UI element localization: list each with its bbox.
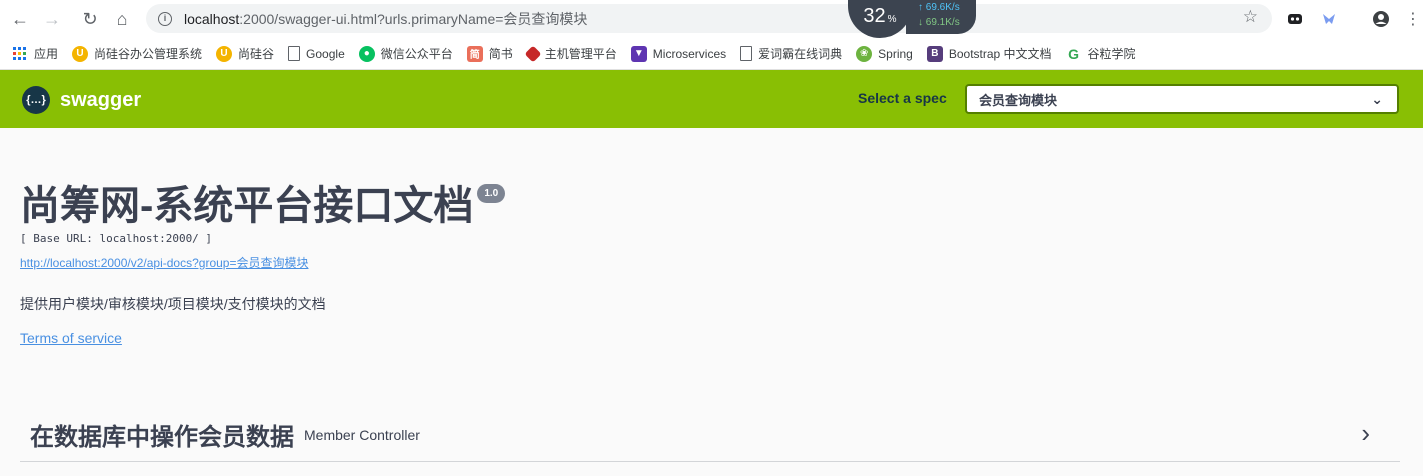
tag-section-member[interactable]: 在数据库中操作会员数据 Member Controller › (20, 408, 1400, 462)
api-description: 提供用户模块/审核模块/项目模块/支付模块的文档 (20, 296, 326, 312)
browser-toolbar: ← → ↻ ⌂ i localhost:2000/swagger-ui.html… (0, 0, 1423, 38)
profile-icon[interactable] (1370, 8, 1392, 30)
chevron-down-icon: ⌄ (1371, 91, 1383, 107)
u-icon: U (216, 45, 233, 62)
bookmark-spring[interactable]: ❀ Spring (856, 45, 913, 62)
bookmark-jianshu[interactable]: 简简书 (466, 45, 513, 62)
g-icon: G (1068, 45, 1079, 62)
reload-icon[interactable]: ↻ (78, 7, 102, 31)
bootstrap-icon: B (926, 45, 943, 62)
bookmark-microservices[interactable]: ▼ Microservices (630, 45, 726, 62)
apps-icon (12, 46, 28, 62)
spring-icon: ❀ (856, 45, 873, 62)
terms-of-service-link[interactable]: Terms of service (20, 330, 122, 346)
tag-description: Member Controller (304, 426, 420, 443)
bookmark-apps[interactable]: 应用 (12, 45, 58, 62)
cpu-percent: 32% (848, 0, 912, 38)
bookmark-google[interactable]: Google (288, 46, 345, 61)
u-icon: U (72, 45, 89, 62)
upload-rate: ↑ 69.6K/s (918, 2, 960, 13)
wechat-icon: ● (358, 45, 375, 62)
base-url: [ Base URL: localhost:2000/ ] (20, 232, 213, 245)
bookmark-atguigu[interactable]: U 尚硅谷 (216, 45, 274, 62)
api-docs-link[interactable]: http://localhost:2000/v2/api-docs?group=… (20, 254, 308, 271)
diamond-icon (524, 45, 542, 62)
bookmark-bootstrap[interactable]: B Bootstrap 中文文档 (926, 45, 1052, 62)
version-badge: 1.0 (477, 184, 506, 203)
page-icon (288, 46, 301, 61)
bookmarks-bar: 应用 U 尚硅谷办公管理系统 U 尚硅谷 Google ● 微信公众平台 简简书 主机… (0, 38, 1423, 70)
page-title: 尚筹网-系统平台接口文档 (20, 184, 474, 228)
page-icon (740, 46, 753, 61)
url-text[interactable]: localhost:2000/swagger-ui.html?urls.prim… (184, 9, 587, 29)
spec-select-value: 会员查询模块 (979, 92, 1058, 108)
ms-icon: ▼ (630, 45, 647, 62)
info-icon[interactable]: i (158, 11, 172, 26)
bookmark-office-system[interactable]: U 尚硅谷办公管理系统 (72, 45, 202, 62)
info-title-row: 尚筹网-系统平台接口文档 1.0 (20, 182, 506, 230)
bookmark-star-icon[interactable]: ☆ (1243, 7, 1258, 27)
spec-label: Select a spec (858, 90, 947, 106)
bookmark-guli[interactable]: G 谷粒学院 (1066, 45, 1135, 62)
bird-extension-icon[interactable] (1318, 8, 1340, 30)
bookmark-wechat[interactable]: ● 微信公众平台 (358, 45, 453, 62)
bookmark-host-platform[interactable]: 主机管理平台 (524, 45, 617, 62)
swagger-logo[interactable]: {…} swagger (22, 86, 141, 114)
home-icon[interactable]: ⌂ (110, 7, 134, 31)
network-speed-widget: ↑ 69.6K/s ↓ 69.1K/s 32% (848, 0, 982, 38)
swagger-logo-icon: {…} (22, 86, 50, 114)
forward-icon[interactable]: → (40, 7, 64, 31)
browser-chrome: ← → ↻ ⌂ i localhost:2000/swagger-ui.html… (0, 0, 1423, 70)
menu-icon[interactable]: ⋮ (1402, 8, 1423, 30)
address-bar[interactable]: i localhost:2000/swagger-ui.html?urls.pr… (146, 4, 1272, 33)
speed-rates: ↑ 69.6K/s ↓ 69.1K/s (906, 0, 976, 34)
extension-icon[interactable] (1284, 8, 1306, 30)
back-icon[interactable]: ← (8, 7, 32, 31)
download-rate: ↓ 69.1K/s (918, 17, 960, 28)
bookmark-iciba[interactable]: 爱词霸在线词典 (740, 45, 842, 62)
swagger-topbar: {…} swagger Select a spec 会员查询模块 ⌄ (0, 70, 1423, 128)
chevron-right-icon[interactable]: › (1361, 418, 1370, 449)
swagger-logo-text: swagger (60, 88, 142, 111)
jianshu-icon: 简 (466, 45, 483, 62)
spec-select[interactable]: 会员查询模块 ⌄ (965, 84, 1399, 114)
tag-name: 在数据库中操作会员数据 (30, 424, 294, 451)
